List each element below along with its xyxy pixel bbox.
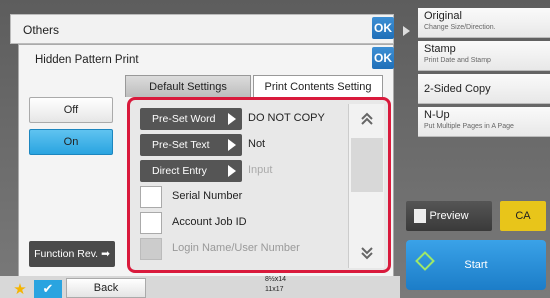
scroll-up-button[interactable]: [351, 104, 383, 134]
original-title: Original: [424, 10, 462, 22]
screen: Others OK Hidden Pattern Print Off On De…: [0, 0, 550, 298]
preview-button[interactable]: Preview: [406, 201, 492, 231]
pre-set-text-label: Pre-Set Text: [152, 139, 210, 151]
dialog-ok-button[interactable]: OK: [372, 47, 394, 69]
serial-number-check-row[interactable]: Serial Number: [140, 186, 340, 208]
arrow-right-icon: ➡: [101, 248, 110, 260]
others-title: Others: [23, 23, 60, 37]
scroll-thumb[interactable]: [351, 138, 383, 192]
scrollbar[interactable]: [348, 104, 384, 268]
play-icon: [403, 26, 410, 36]
serial-number-checkbox[interactable]: [140, 186, 162, 208]
back-button[interactable]: Back: [66, 278, 146, 298]
hidden-pattern-dialog: Hidden Pattern Print Off On Default Sett…: [18, 44, 394, 278]
on-button[interactable]: On: [29, 129, 113, 155]
dialog-title: Hidden Pattern Print: [35, 54, 139, 66]
start-button[interactable]: Start: [406, 240, 546, 290]
arrow-right-icon: [228, 139, 236, 151]
function-review-button[interactable]: Function Rev. ➡: [29, 241, 115, 267]
tray-label: 11x17: [265, 286, 284, 293]
pre-set-word-value: DO NOT COPY: [248, 112, 325, 124]
tab-print-contents-setting[interactable]: Print Contents Setting: [253, 75, 383, 97]
preview-label: Preview: [429, 210, 469, 222]
two-sided-copy-menu-item[interactable]: 2-Sided Copy: [418, 74, 550, 104]
pre-set-word-button[interactable]: Pre-Set Word: [140, 108, 242, 130]
original-menu-item[interactable]: Original Change Size/Direction.: [418, 8, 550, 38]
direct-entry-label: Direct Entry: [152, 165, 207, 177]
account-job-id-label: Account Job ID: [172, 216, 247, 228]
stamp-sub: Print Date and Stamp: [424, 57, 491, 64]
direct-entry-button[interactable]: Direct Entry: [140, 160, 242, 182]
star-icon[interactable]: ★: [10, 280, 30, 298]
double-chevron-down-icon: [361, 247, 373, 260]
login-name-label: Login Name/User Number: [172, 242, 300, 254]
others-header: Others: [10, 14, 394, 44]
n-up-sub: Put Multiple Pages in A Page: [424, 123, 514, 130]
two-sided-copy-title: 2-Sided Copy: [424, 83, 491, 95]
arrow-right-icon: [228, 165, 236, 177]
pre-set-text-button[interactable]: Pre-Set Text: [140, 134, 242, 156]
n-up-title: N-Up: [424, 109, 450, 121]
original-sub: Change Size/Direction.: [424, 24, 496, 31]
scroll-down-button[interactable]: [351, 238, 383, 268]
ca-button[interactable]: CA: [500, 201, 546, 231]
n-up-menu-item[interactable]: N-Up Put Multiple Pages in A Page: [418, 107, 550, 137]
direct-entry-placeholder: Input: [248, 164, 273, 176]
arrow-right-icon: [228, 113, 236, 125]
print-contents-panel: Pre-Set Word DO NOT COPY Pre-Set Text No…: [127, 97, 391, 273]
function-review-label: Function Rev.: [34, 248, 99, 260]
off-button[interactable]: Off: [29, 97, 113, 123]
account-job-id-check-row[interactable]: Account Job ID: [140, 212, 340, 234]
check-icon[interactable]: ✔: [34, 280, 62, 298]
stamp-title: Stamp: [424, 43, 456, 55]
stamp-menu-item[interactable]: Stamp Print Date and Stamp: [418, 41, 550, 71]
pre-set-word-label: Pre-Set Word: [152, 113, 216, 125]
login-name-check-row: Login Name/User Number: [140, 238, 340, 260]
double-chevron-up-icon: [361, 112, 373, 125]
pre-set-text-value: Not: [248, 138, 266, 150]
login-name-checkbox: [140, 238, 162, 260]
tray-label: 8½x14: [265, 276, 287, 283]
others-ok-button[interactable]: OK: [372, 17, 394, 39]
tab-default-settings[interactable]: Default Settings: [125, 75, 251, 97]
preview-icon: [414, 209, 426, 223]
serial-number-label: Serial Number: [172, 190, 243, 202]
start-icon: [415, 251, 435, 271]
account-job-id-checkbox[interactable]: [140, 212, 162, 234]
start-label: Start: [464, 259, 488, 271]
